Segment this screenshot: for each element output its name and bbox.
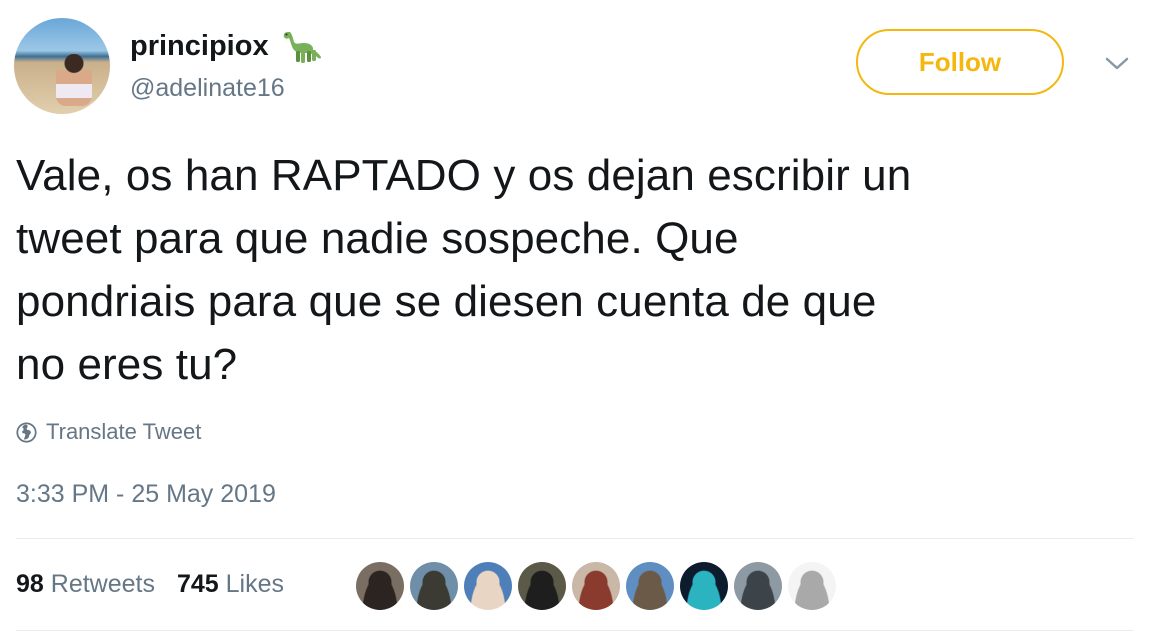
liker-avatar[interactable]	[464, 562, 512, 610]
user-name[interactable]: principiox	[130, 26, 325, 66]
tweet-text: Vale, os han RAPTADO y os dejan escribir…	[16, 151, 912, 389]
liker-avatar[interactable]	[788, 562, 836, 610]
likes-stat[interactable]: 745 Likes	[177, 570, 284, 599]
liker-avatar[interactable]	[518, 562, 566, 610]
user-handle[interactable]: @adelinate16	[130, 74, 285, 103]
display-name[interactable]: principiox	[130, 30, 269, 63]
translate-label[interactable]: Translate Tweet	[46, 419, 201, 445]
retweets-stat[interactable]: 98 Retweets	[16, 570, 155, 599]
globe-icon	[16, 421, 37, 443]
divider	[16, 630, 1133, 631]
likes-label: Likes	[225, 570, 285, 598]
divider	[16, 538, 1133, 539]
liker-avatar[interactable]	[356, 562, 404, 610]
translate-tweet-link[interactable]: Translate Tweet	[16, 419, 201, 445]
avatar-photo	[56, 54, 92, 106]
liker-avatar[interactable]	[734, 562, 782, 610]
tweet-stats: 98 Retweets 745 Likes	[16, 570, 284, 599]
liker-avatar[interactable]	[410, 562, 458, 610]
follow-button[interactable]: Follow	[856, 29, 1064, 95]
likers-list	[356, 562, 836, 610]
likes-count: 745	[176, 570, 219, 598]
chevron-down-icon[interactable]	[1104, 54, 1130, 74]
retweets-count: 98	[16, 570, 44, 598]
sauropod-emoji-icon	[283, 32, 321, 63]
avatar[interactable]	[14, 18, 110, 114]
liker-avatar[interactable]	[572, 562, 620, 610]
liker-avatar[interactable]	[680, 562, 728, 610]
retweets-label: Retweets	[50, 570, 155, 598]
liker-avatar[interactable]	[626, 562, 674, 610]
tweet-timestamp[interactable]: 3:33 PM - 25 May 2019	[16, 480, 276, 509]
